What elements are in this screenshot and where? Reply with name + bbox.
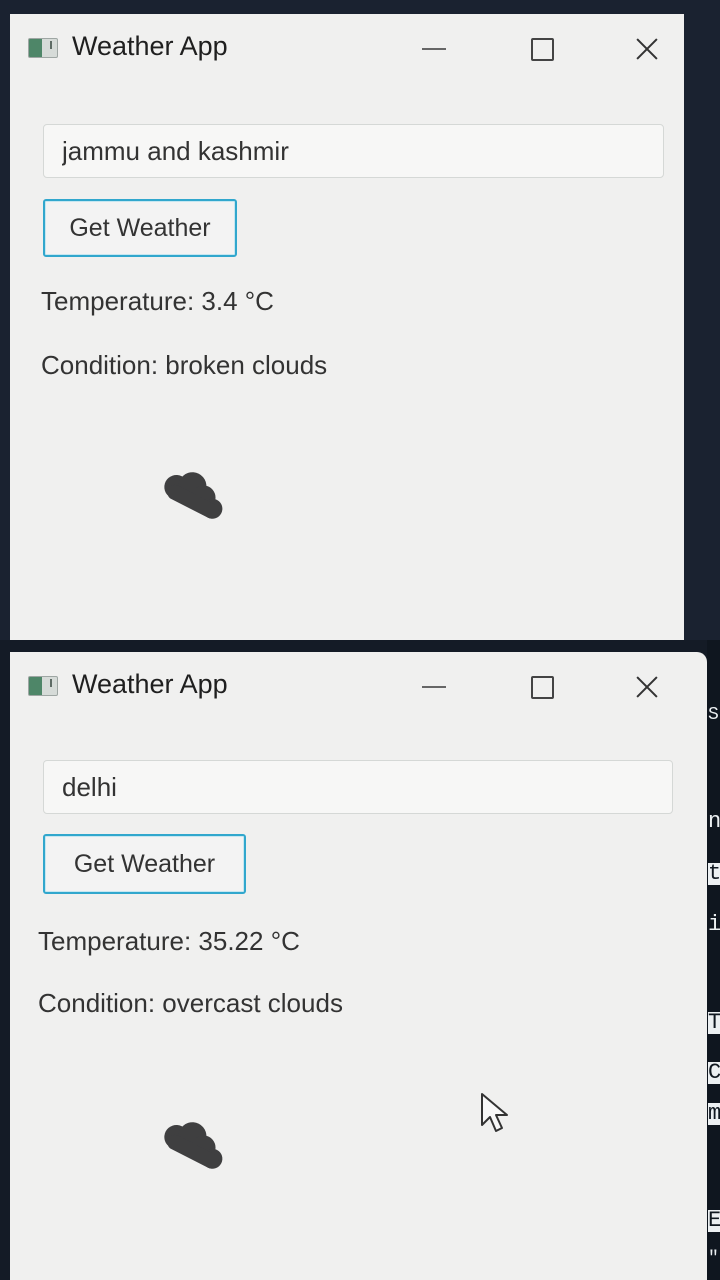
- minimize-icon: [422, 48, 446, 50]
- temperature-label: Temperature: 3.4 °C: [41, 286, 274, 316]
- minimize-icon: [422, 686, 446, 688]
- screenshot-panel-jammu: Weather App Get Weather Temperature: 3.4…: [0, 0, 720, 640]
- title-bar[interactable]: Weather App: [10, 14, 684, 80]
- title-bar[interactable]: Weather App: [10, 652, 707, 718]
- background-edge-text: i: [708, 912, 720, 937]
- background-edge-text: n: [708, 809, 720, 834]
- minimize-button[interactable]: [417, 32, 451, 66]
- background-edge-text: S: [708, 705, 719, 725]
- background-edge-text: m: [708, 1101, 720, 1126]
- mouse-cursor-icon: [481, 1093, 508, 1132]
- background-edge-text: ": [708, 1249, 719, 1269]
- city-input[interactable]: [43, 124, 664, 178]
- city-input[interactable]: [43, 760, 673, 814]
- condition-label: Condition: broken clouds: [41, 350, 328, 380]
- app-icon: [28, 38, 58, 58]
- maximize-button[interactable]: [525, 670, 559, 704]
- close-icon: [635, 37, 659, 61]
- broken-clouds-icon: [164, 472, 223, 519]
- maximize-button[interactable]: [525, 32, 559, 66]
- weather-app-window: Weather App Get Weather Temperature: 35.…: [10, 652, 707, 1280]
- background-edge-strip: [707, 640, 720, 1280]
- maximize-icon: [530, 675, 554, 699]
- close-button[interactable]: [630, 32, 664, 66]
- get-weather-button[interactable]: Get Weather: [43, 199, 237, 257]
- window-title: Weather App: [72, 669, 228, 699]
- minimize-button[interactable]: [417, 670, 451, 704]
- background-edge-text: t: [708, 861, 720, 886]
- weather-app-window: Weather App Get Weather Temperature: 3.4…: [10, 14, 684, 640]
- screenshot-panel-delhi: Weather App Get Weather Temperature: 35.…: [0, 640, 720, 1280]
- app-icon: [28, 676, 58, 696]
- temperature-label: Temperature: 35.22 °C: [38, 926, 300, 956]
- condition-label: Condition: overcast clouds: [38, 988, 343, 1018]
- background-edge-text: T: [708, 1010, 720, 1035]
- overcast-clouds-icon: [164, 1122, 223, 1169]
- get-weather-button[interactable]: Get Weather: [43, 834, 246, 894]
- background-edge-text: C: [708, 1060, 720, 1085]
- window-title: Weather App: [72, 31, 228, 61]
- background-edge-text: E: [708, 1208, 720, 1233]
- maximize-icon: [530, 37, 554, 61]
- close-button[interactable]: [630, 670, 664, 704]
- close-icon: [635, 675, 659, 699]
